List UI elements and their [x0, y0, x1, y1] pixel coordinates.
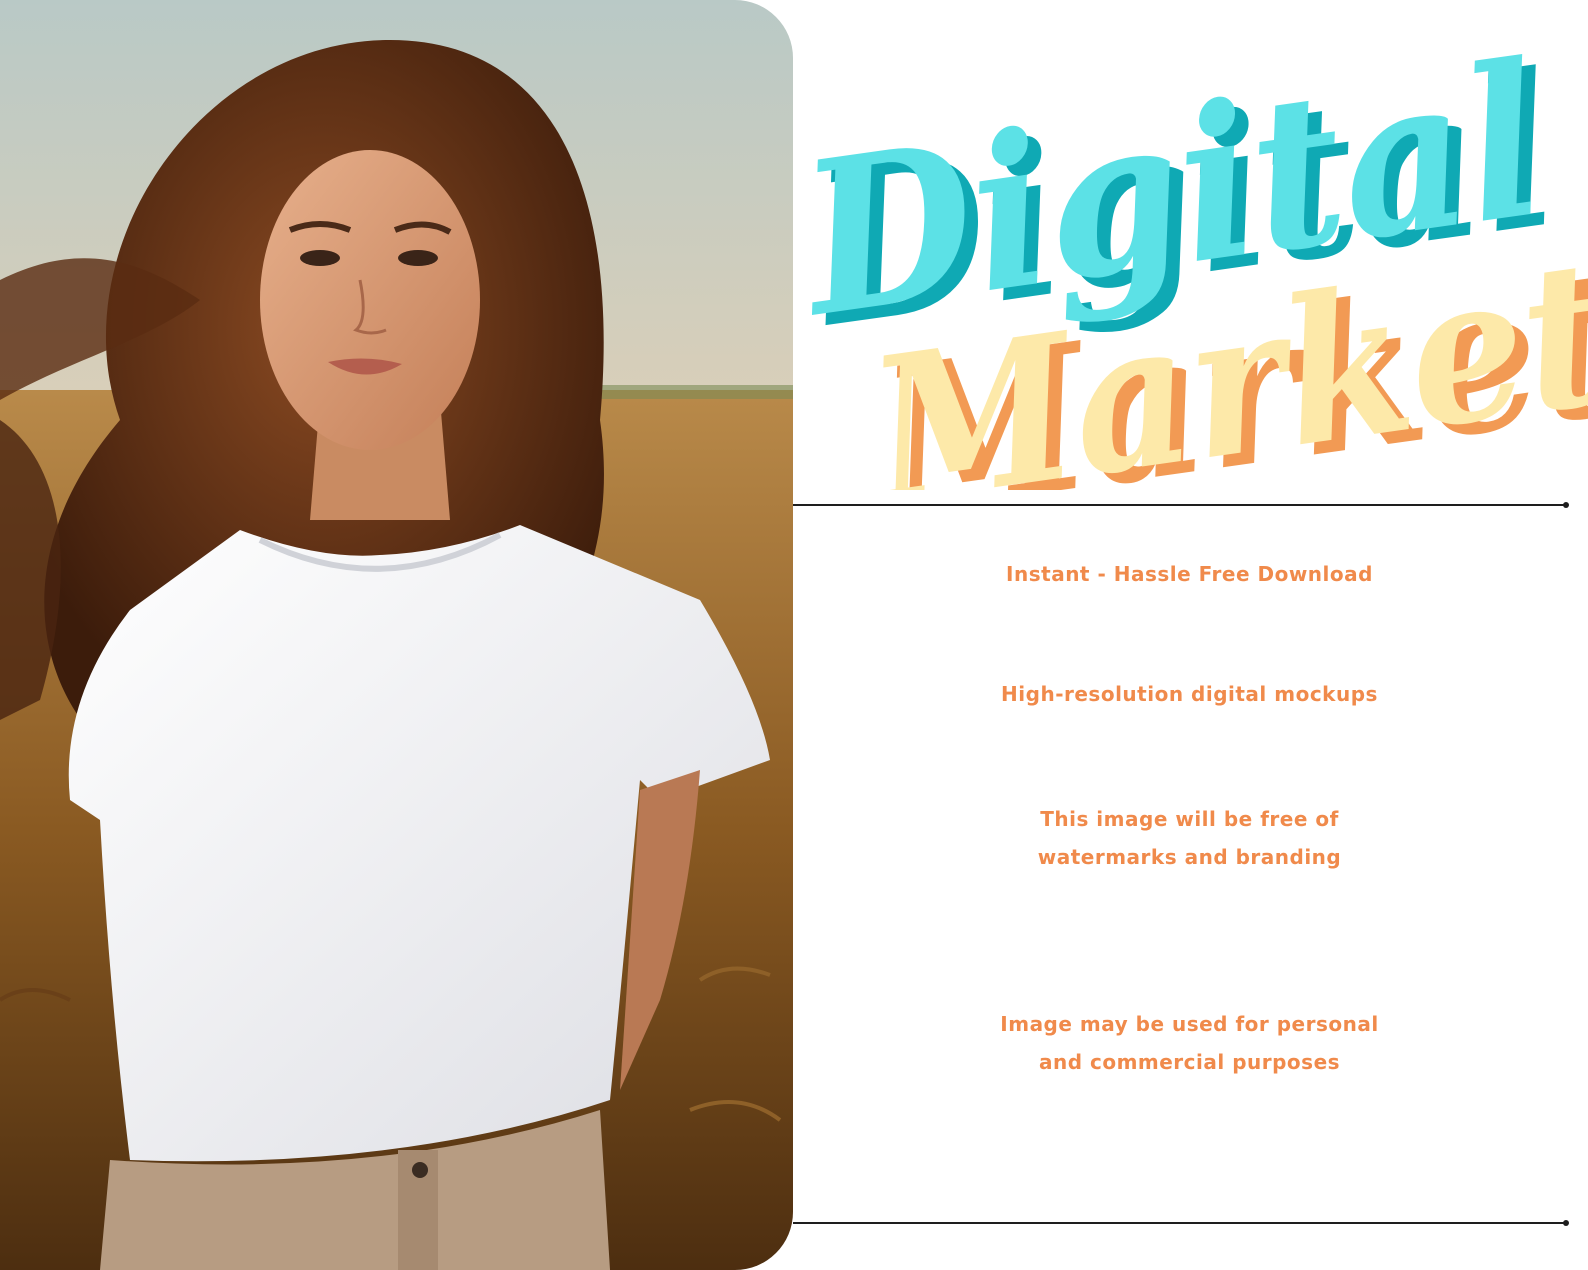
- feature-watermark-line2: watermarks and branding: [1037, 845, 1342, 869]
- model-photo: [0, 0, 793, 1270]
- feature-usage: Image may be used for personal and comme…: [793, 1005, 1586, 1081]
- logo-artwork: Digital Digital Market Market: [790, 20, 1588, 490]
- feature-resolution: High-resolution digital mockups: [1001, 682, 1378, 706]
- divider-top: [793, 502, 1569, 508]
- feature-usage-line2: and commercial purposes: [1038, 1050, 1341, 1074]
- divider-bottom: [793, 1220, 1569, 1226]
- digital-market-logo: Digital Digital Market Market: [790, 20, 1588, 490]
- feature-usage-line1: Image may be used for personal: [1000, 1012, 1379, 1036]
- model-photo-illustration: [0, 0, 793, 1270]
- feature-download: Instant - Hassle Free Download: [1006, 562, 1373, 586]
- feature-watermark-line1: This image will be free of: [1040, 807, 1339, 831]
- feature-watermark: This image will be free of watermarks an…: [793, 800, 1586, 876]
